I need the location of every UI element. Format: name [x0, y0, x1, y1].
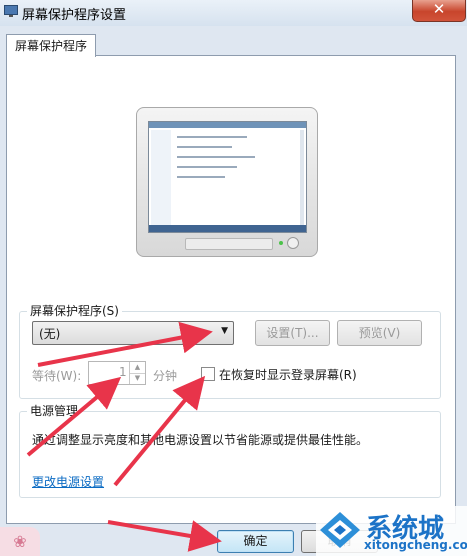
resume-logon-checkbox[interactable] — [201, 367, 215, 381]
preview-line — [177, 176, 225, 178]
preview-line — [177, 146, 232, 148]
preview-line — [177, 156, 255, 158]
chevron-down-icon: ▼ — [221, 326, 228, 336]
wait-value: 1 — [119, 365, 127, 379]
preview-line — [177, 166, 237, 168]
spin-down-icon[interactable]: ▼ — [130, 373, 145, 384]
watermark-url: xitongcheng.com — [364, 538, 467, 552]
preview-scrollbar — [300, 130, 304, 225]
screensaver-select[interactable]: (无) ▼ — [32, 321, 234, 345]
power-button-icon — [287, 237, 299, 249]
preview-button[interactable]: 预览(V) — [337, 320, 422, 346]
screensaver-select-value: (无) — [39, 327, 61, 341]
wait-spinner[interactable]: ▲ ▼ — [129, 362, 145, 384]
monitor-bezel-slot — [185, 238, 273, 250]
paw-icon: ❀ — [0, 527, 40, 556]
settings-button[interactable]: 设置(T)... — [255, 320, 330, 346]
tab-screensaver[interactable]: 屏幕保护程序 — [6, 34, 97, 57]
preview-screen — [148, 121, 307, 233]
preview-line — [177, 136, 247, 138]
wait-label: 等待(W): — [32, 369, 82, 383]
change-power-settings-link[interactable]: 更改电源设置 — [32, 473, 104, 490]
power-description: 通过调整显示亮度和其他电源设置以节省能源或提供最佳性能。 — [32, 433, 369, 447]
wait-spinbox[interactable]: 1 ▲ ▼ — [88, 361, 146, 385]
preview-sidebar — [151, 130, 171, 225]
screensaver-group-label: 屏幕保护程序(S) — [27, 302, 122, 319]
arrow-to-ok — [107, 520, 222, 552]
preview-taskbar — [149, 225, 306, 232]
power-led-icon — [279, 241, 283, 245]
window-title: 屏幕保护程序设置 — [22, 8, 127, 23]
minutes-label: 分钟 — [153, 369, 178, 383]
close-button[interactable]: ✕ — [412, 0, 466, 22]
power-group-label: 电源管理 — [27, 402, 82, 419]
ok-button[interactable]: 确定 — [217, 530, 294, 553]
display-settings-icon — [4, 5, 18, 17]
preview-window-header — [149, 122, 306, 128]
resume-logon-label[interactable]: 在恢复时显示登录屏幕(R) — [219, 366, 357, 383]
